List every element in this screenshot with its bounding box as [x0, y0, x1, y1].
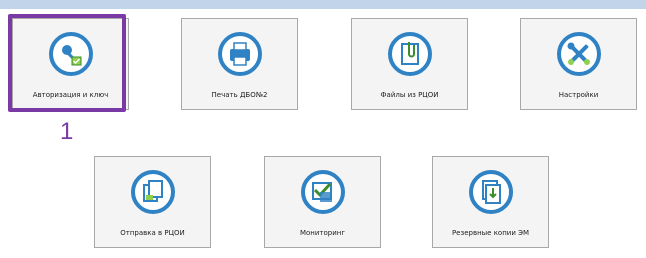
tile-label: Файлы из РЦОИ — [380, 91, 439, 99]
tile-label: Отправка в РЦОИ — [120, 229, 185, 237]
tile-print-dbo2[interactable]: Печать ДБО№2 — [181, 18, 298, 110]
monitoring-check-icon — [300, 169, 346, 215]
top-bar — [0, 0, 646, 9]
send-documents-icon — [130, 169, 176, 215]
tile-settings[interactable]: Настройки — [520, 18, 637, 110]
tools-icon — [556, 31, 602, 77]
tile-label: Мониторинг — [299, 229, 346, 237]
tile-send-to-rcoi[interactable]: Отправка в РЦОИ — [94, 156, 211, 248]
printer-icon — [217, 31, 263, 77]
tile-files-from-rcoi[interactable]: Файлы из РЦОИ — [351, 18, 468, 110]
selection-highlight — [8, 14, 126, 112]
tile-label: Резервные копии ЭМ — [451, 229, 530, 237]
annotation-number: 1 — [60, 118, 74, 145]
tile-label: Печать ДБО№2 — [211, 91, 268, 99]
tile-backup-copies[interactable]: Резервные копии ЭМ — [432, 156, 549, 248]
backup-copies-icon — [468, 169, 514, 215]
clip-document-icon — [387, 31, 433, 77]
tile-label: Настройки — [558, 91, 599, 99]
tile-monitoring[interactable]: Мониторинг — [264, 156, 381, 248]
